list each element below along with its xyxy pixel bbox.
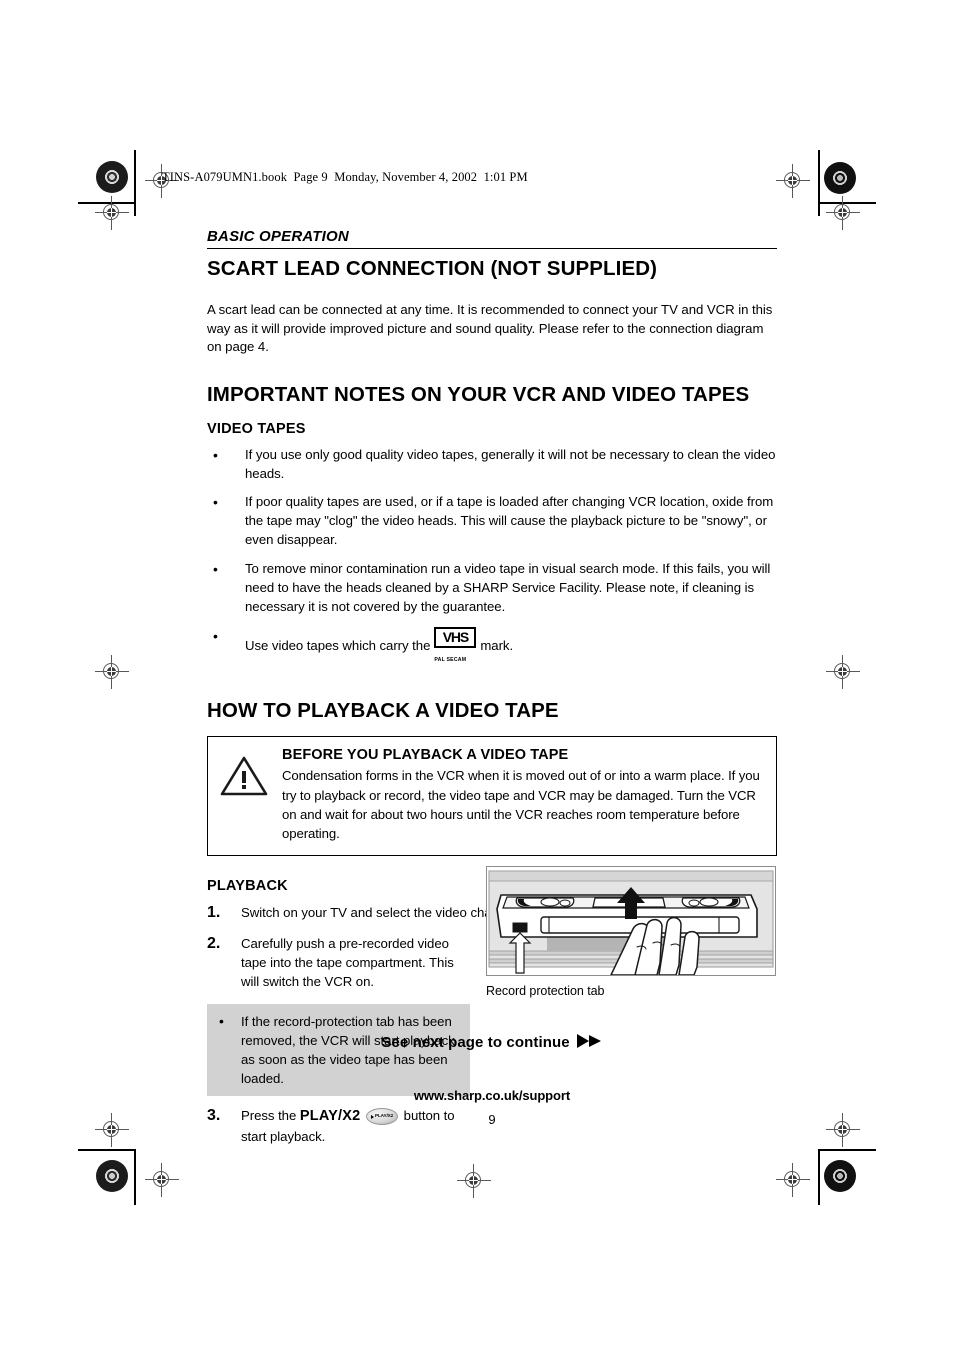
- step-text: Switch on your TV and select the video c…: [241, 904, 520, 920]
- video-tapes-bullet-list: • If you use only good quality video tap…: [207, 446, 777, 667]
- registration-star-target-top-left: [96, 161, 128, 193]
- bullet-icon: •: [213, 561, 218, 578]
- vcr-tape-insertion-illustration: [487, 867, 775, 975]
- vhs-logo-subtext: PAL SECAM: [434, 656, 467, 663]
- list-item: 2. Carefully push a pre-recorded video t…: [207, 934, 475, 991]
- registration-mark-top-right-outer: [826, 196, 860, 230]
- heading-important-notes: IMPORTANT NOTES ON YOUR VCR AND VIDEO TA…: [207, 382, 750, 406]
- heading-scart-lead-connection: SCART LEAD CONNECTION (NOT SUPPLIED): [207, 257, 658, 280]
- crop-line-bottom-left-horizontal: [78, 1149, 134, 1151]
- warning-triangle-icon: [220, 747, 268, 843]
- running-head-basic-operation: BASIC OPERATION: [207, 228, 777, 249]
- bullet-icon: •: [219, 1012, 224, 1029]
- registration-mark-bottom-right-inner: [776, 1163, 810, 1197]
- figure-frame: [486, 866, 776, 976]
- registration-mark-bottom-left-outer: [95, 1113, 129, 1147]
- list-item-text-after-logo: mark.: [480, 637, 514, 653]
- footer-support-url[interactable]: www.sharp.co.uk/support: [207, 1088, 777, 1103]
- registration-mark-middle-right: [826, 655, 860, 689]
- warning-callout-box: BEFORE YOU PLAYBACK A VIDEO TAPE Condens…: [207, 736, 777, 856]
- registration-mark-bottom-center: [457, 1164, 491, 1198]
- heading-video-tapes: VIDEO TAPES: [207, 420, 306, 437]
- vhs-logo-wordmark: VHS: [434, 626, 477, 648]
- vhs-logo-icon: VHS PAL SECAM: [434, 626, 477, 667]
- warning-content: BEFORE YOU PLAYBACK A VIDEO TAPE Condens…: [282, 747, 764, 843]
- warning-text: Condensation forms in the VCR when it is…: [282, 768, 760, 841]
- step-number: 1.: [207, 903, 221, 921]
- registration-star-target-top-right: [824, 162, 856, 194]
- footer-page-number: 9: [488, 1112, 496, 1127]
- step-number: 2.: [207, 935, 221, 953]
- bullet-icon: •: [213, 627, 218, 644]
- registration-mark-top-left-outer: [95, 196, 129, 230]
- registration-star-target-bottom-left: [96, 1160, 128, 1192]
- bullet-icon: •: [213, 494, 218, 511]
- list-item-text: If poor quality tapes are used, or if a …: [245, 494, 774, 548]
- crop-line-top-right-vertical: [818, 150, 820, 216]
- step-text: Carefully push a pre-recorded video tape…: [241, 936, 454, 990]
- figure-caption-record-protection-tab: Record protection tab: [486, 984, 605, 998]
- registration-mark-top-right-inner: [776, 164, 810, 198]
- list-item-vhs-mark: • Use video tapes which carry the VHS PAL …: [207, 626, 777, 667]
- see-next-page-notice: See next page to continue: [207, 1033, 777, 1053]
- crop-line-bottom-left-vertical: [134, 1149, 136, 1205]
- page-content: BASIC OPERATION SCART LEAD CONNECTION (N…: [207, 228, 777, 1158]
- warning-title: BEFORE YOU PLAYBACK A VIDEO TAPE: [282, 747, 569, 764]
- book-file-header: TINS-A079UMN1.book Page 9 Monday, Novemb…: [162, 170, 528, 184]
- list-item: • If poor quality tapes are used, or if …: [207, 493, 777, 550]
- registration-star-target-bottom-right: [824, 1160, 856, 1192]
- registration-mark-middle-left: [95, 655, 129, 689]
- registration-mark-bottom-right-outer: [826, 1113, 860, 1147]
- double-arrow-right-icon: [576, 1033, 603, 1053]
- playback-steps-list: 1. Switch on your TV and select the vide…: [207, 903, 520, 992]
- registration-mark-bottom-left-inner: [145, 1163, 179, 1197]
- list-item: • To remove minor contamination run a vi…: [207, 560, 777, 617]
- list-item: • If you use only good quality video tap…: [207, 446, 777, 484]
- see-next-page-text: See next page to continue: [381, 1034, 570, 1051]
- crop-line-bottom-right-vertical: [818, 1149, 820, 1205]
- list-item-text: To remove minor contamination run a vide…: [245, 561, 771, 614]
- bullet-icon: •: [213, 446, 218, 463]
- paragraph-scart-lead: A scart lead can be connected at any tim…: [207, 301, 773, 355]
- crop-line-top-left-vertical: [134, 150, 136, 216]
- crop-line-bottom-right-horizontal: [818, 1149, 876, 1151]
- heading-how-to-playback: HOW TO PLAYBACK A VIDEO TAPE: [207, 698, 559, 722]
- list-item-text-before-logo: Use video tapes which carry the: [245, 637, 431, 653]
- figure-tape-insertion: Record protection tab: [486, 866, 776, 998]
- list-item-text: If you use only good quality video tapes…: [245, 446, 776, 481]
